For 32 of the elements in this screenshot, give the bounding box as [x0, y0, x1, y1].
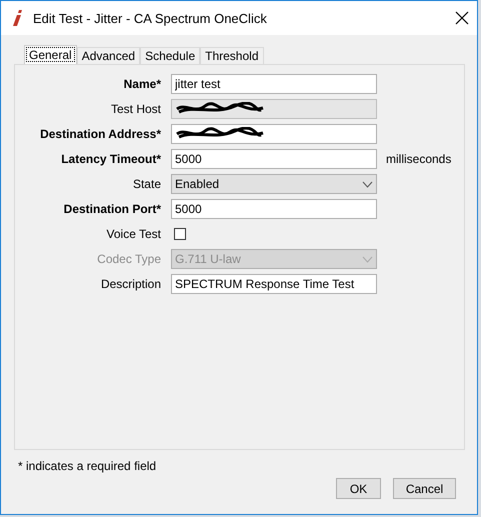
chevron-down-icon: [362, 256, 373, 262]
field-label: Codec Type: [96, 252, 162, 266]
field-label: Voice Test: [106, 227, 162, 241]
text-field[interactable]: 5000: [171, 199, 377, 219]
unit-label: milliseconds: [386, 152, 452, 166]
field-label: Description: [100, 277, 162, 291]
text-field[interactable]: 5000: [171, 149, 377, 169]
text-field[interactable]: [171, 99, 377, 119]
text-field[interactable]: jitter test: [171, 74, 377, 94]
tab[interactable]: General: [24, 45, 77, 64]
window-title: Edit Test - Jitter - CA Spectrum OneClick: [33, 10, 268, 26]
tab[interactable]: Threshold: [200, 47, 264, 64]
footnote: * indicates a required field: [18, 459, 158, 473]
field-label: Destination Port*: [62, 202, 162, 216]
checkbox[interactable]: [174, 228, 186, 240]
field-label: Destination Address*: [39, 127, 162, 141]
chevron-down-icon: [362, 180, 373, 188]
dropdown[interactable]: Enabled: [171, 174, 377, 194]
ok-button[interactable]: OK: [336, 478, 381, 499]
text-field[interactable]: [171, 124, 377, 144]
close-icon[interactable]: [455, 11, 469, 25]
cancel-button[interactable]: Cancel: [393, 478, 456, 499]
app-logo-icon: [11, 9, 25, 27]
scribble-icon: [175, 127, 265, 141]
field-label: Latency Timeout*: [60, 152, 162, 166]
tab[interactable]: Advanced: [76, 47, 140, 64]
field-label: Test Host: [110, 102, 162, 116]
tab[interactable]: Schedule: [140, 47, 200, 64]
field-label: Name*: [122, 77, 162, 91]
field-label: State: [132, 177, 162, 191]
text-field[interactable]: SPECTRUM Response Time Test: [171, 274, 377, 294]
scribble-icon: [175, 102, 265, 116]
